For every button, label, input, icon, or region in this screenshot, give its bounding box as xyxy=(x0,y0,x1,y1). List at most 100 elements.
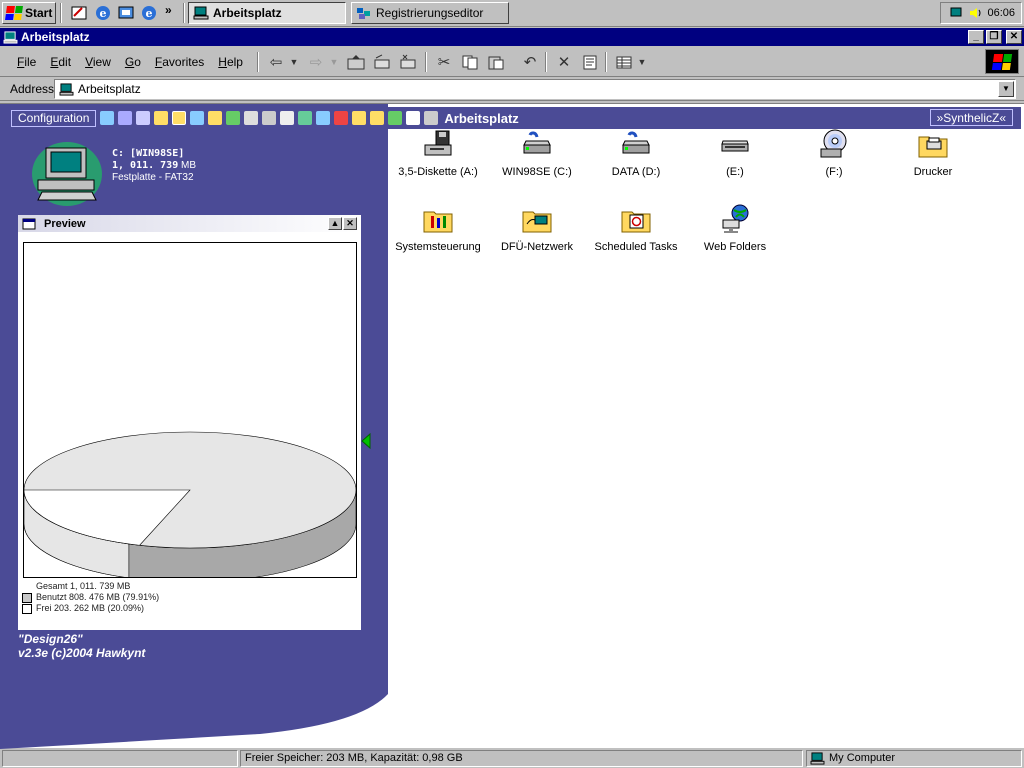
recycle-icon[interactable] xyxy=(298,111,313,125)
drive-a[interactable]: 3,5-Diskette (A:) xyxy=(390,129,486,195)
monitor-icon[interactable] xyxy=(424,111,439,125)
hard-drive-icon xyxy=(523,131,551,154)
document-icon[interactable] xyxy=(136,111,151,125)
printers-folder[interactable]: Drucker xyxy=(885,129,981,195)
copy-icon[interactable] xyxy=(244,111,259,125)
back-icon[interactable] xyxy=(190,111,205,125)
legend-swatch-used xyxy=(22,592,32,603)
properties-icon[interactable] xyxy=(406,111,421,125)
delete-icon[interactable] xyxy=(334,111,349,125)
task-button-registrierungseditor[interactable]: Registrierungseditor xyxy=(351,2,509,24)
outlook-express-icon[interactable]: e xyxy=(140,4,158,22)
network-tray-icon[interactable] xyxy=(949,6,965,20)
address-bar: Address Arbeitsplatz ▼ xyxy=(0,77,1024,101)
toolbar-separator xyxy=(545,52,547,72)
up-folder-icon[interactable] xyxy=(345,52,367,72)
menu-help[interactable]: Help xyxy=(211,54,250,70)
views-icon[interactable] xyxy=(613,52,635,72)
show-desktop-icon[interactable] xyxy=(70,4,88,22)
my-computer-icon[interactable] xyxy=(3,30,18,44)
restore-button[interactable]: ❐ xyxy=(986,30,1002,44)
views-icon[interactable] xyxy=(100,111,115,125)
menu-bar: File Edit View Go Favorites Help xyxy=(10,54,250,70)
channels-icon[interactable] xyxy=(117,4,135,22)
delete-icon[interactable]: ✕ xyxy=(553,52,575,72)
address-dropdown-button[interactable]: ▼ xyxy=(998,81,1014,97)
menu-favorites[interactable]: Favorites xyxy=(148,54,211,70)
cut-icon[interactable]: ✂ xyxy=(433,52,455,72)
views-dropdown-icon[interactable]: ▼ xyxy=(636,52,648,72)
internet-explorer-icon[interactable]: e xyxy=(94,4,112,22)
window-title-bar[interactable]: Arbeitsplatz _ ❐ ✕ xyxy=(0,28,1024,46)
folder-icon[interactable] xyxy=(154,111,169,125)
forward-dropdown-icon[interactable]: ▼ xyxy=(328,52,340,72)
cut-icon[interactable] xyxy=(262,111,277,125)
menu-file[interactable]: File xyxy=(10,54,43,70)
close-button[interactable]: ✕ xyxy=(1006,30,1022,44)
legend-used: Benutzt 808. 476 MB (79.91%) xyxy=(36,592,160,602)
address-value: Arbeitsplatz xyxy=(78,82,141,96)
status-bar: Freier Speicher: 203 MB, Kapazität: 0,98… xyxy=(0,749,1024,768)
up-folder-icon[interactable] xyxy=(208,111,223,125)
preview-close-button[interactable]: ✕ xyxy=(343,217,357,230)
volume-icon[interactable] xyxy=(969,6,983,20)
map-drive-icon[interactable] xyxy=(371,52,393,72)
drive-d[interactable]: DATA (D:) xyxy=(588,129,684,195)
back-icon[interactable]: ⇦ xyxy=(265,52,287,72)
minimize-button[interactable]: _ xyxy=(968,30,984,44)
disconnect-drive-icon[interactable] xyxy=(397,52,419,72)
control-panel-folder[interactable]: Systemsteuerung xyxy=(390,204,486,270)
quicklaunch-chevron[interactable]: » xyxy=(165,3,172,17)
status-zone: My Computer xyxy=(806,750,1022,767)
menu-go[interactable]: Go xyxy=(118,54,148,70)
my-computer-icon xyxy=(193,6,209,20)
search-icon[interactable] xyxy=(118,111,133,125)
task-button-arbeitsplatz[interactable]: Arbeitsplatz xyxy=(188,2,346,24)
cd-drive-icon xyxy=(820,129,847,158)
folder-open-icon[interactable] xyxy=(172,111,187,125)
preview-title: Preview xyxy=(44,217,86,230)
go-icon[interactable] xyxy=(388,111,403,125)
clock[interactable]: 06:06 xyxy=(987,7,1015,19)
credits-version: v2.3e (c)2004 Hawkynt xyxy=(18,646,146,660)
undo-icon[interactable] xyxy=(316,111,331,125)
taskbar: Start e e » Arbeitsplatz Registrierungse… xyxy=(0,0,1024,27)
paste-icon[interactable] xyxy=(280,111,295,125)
preview-maximize-button[interactable]: ▲ xyxy=(328,217,342,230)
back-dropdown-icon[interactable]: ▼ xyxy=(288,52,300,72)
dialup-network-folder[interactable]: DFÜ-Netzwerk xyxy=(489,204,585,270)
synthelicz-button[interactable]: »SynthelicZ« xyxy=(929,109,1013,126)
drive-info: C: [WIN98SE] 1, 011. 739 MB Festplatte -… xyxy=(112,148,196,184)
drive-type: Festplatte - FAT32 xyxy=(112,172,194,183)
configuration-button[interactable]: Configuration xyxy=(11,109,97,127)
scheduled-tasks-folder-icon xyxy=(621,211,651,233)
toolbar-separator xyxy=(257,52,259,72)
drive-f[interactable]: (F:) xyxy=(786,129,882,195)
drive-size-unit: MB xyxy=(181,160,197,171)
window-icon xyxy=(22,218,36,229)
start-button[interactable]: Start xyxy=(2,2,56,24)
hard-drive-icon xyxy=(622,131,650,154)
web-folders[interactable]: Web Folders xyxy=(687,204,783,270)
properties-icon[interactable] xyxy=(579,52,601,72)
drive-e[interactable]: (E:) xyxy=(687,129,783,195)
menu-edit[interactable]: Edit xyxy=(43,54,78,70)
menu-view[interactable]: View xyxy=(78,54,118,70)
paste-icon[interactable] xyxy=(485,52,507,72)
address-label: Address xyxy=(10,82,55,96)
copy-icon[interactable] xyxy=(459,52,481,72)
drive-c[interactable]: WIN98SE (C:) xyxy=(489,129,585,195)
my-computer-icon xyxy=(810,752,825,765)
copy-to-icon[interactable] xyxy=(370,111,385,125)
address-input[interactable]: Arbeitsplatz ▼ xyxy=(54,79,1016,99)
move-to-icon[interactable] xyxy=(352,111,367,125)
scheduled-tasks-folder[interactable]: Scheduled Tasks xyxy=(588,204,684,270)
forward-icon[interactable]: ⇨ xyxy=(305,52,327,72)
windows-throbber-logo xyxy=(985,49,1019,74)
credits: "Design26" v2.3e (c)2004 Hawkynt xyxy=(18,632,145,660)
legend-free: Frei 203. 262 MB (20.09%) xyxy=(36,603,145,613)
undo-icon[interactable]: ↶ xyxy=(519,52,541,72)
system-tray: 06:06 xyxy=(940,2,1022,24)
my-computer-icon xyxy=(59,82,74,96)
refresh-icon[interactable] xyxy=(226,111,241,125)
